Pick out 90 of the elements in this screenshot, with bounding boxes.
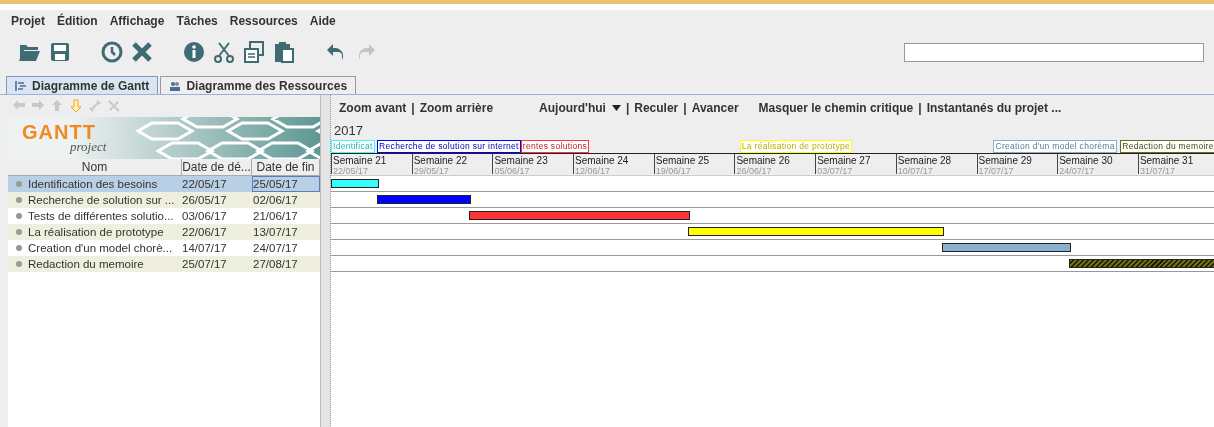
week-label: Semaine 24 xyxy=(575,156,630,166)
week-date: 31/07/17 xyxy=(1139,166,1176,176)
end-date: 27/08/17 xyxy=(253,258,298,270)
toolbar-link[interactable]: Reculer xyxy=(631,101,682,115)
toolbar-link[interactable]: Avancer xyxy=(688,101,742,115)
task-label: Creation d'un model chorèma xyxy=(993,140,1117,153)
toolbar-link[interactable]: Zoom arrière xyxy=(416,101,497,115)
task-row[interactable]: Redaction du memoire 25/07/17 27/08/17 xyxy=(8,256,320,272)
task-label: rentes solutions xyxy=(520,140,590,153)
clock-icon[interactable] xyxy=(100,40,124,64)
week-label: Semaine 28 xyxy=(897,156,953,166)
week-label: Semaine 22 xyxy=(413,156,469,166)
toolbar-link[interactable]: Instantanés du projet ... xyxy=(923,101,1065,115)
info-icon[interactable] xyxy=(182,40,206,64)
task-name: Recherche de solution sur ... xyxy=(28,194,175,206)
task-row[interactable]: La réalisation de prototype 22/06/17 13/07/17 xyxy=(8,224,320,240)
week-date: 17/07/17 xyxy=(978,166,1015,176)
start-date: 22/06/17 xyxy=(182,226,227,238)
separator-text: | xyxy=(682,101,688,115)
task-name: Identification des besoins xyxy=(28,178,158,190)
menu-item[interactable]: Tâches xyxy=(170,14,224,28)
week-date: 26/06/17 xyxy=(736,166,773,176)
end-date: 21/06/17 xyxy=(253,210,298,222)
task-row[interactable]: Identification des besoins 22/05/17 25/05/17 xyxy=(8,176,320,192)
week-label: Semaine 31 xyxy=(1139,156,1195,166)
task-name: Creation d'un model chorè... xyxy=(28,242,173,254)
task-bar[interactable] xyxy=(331,179,380,188)
separator-text: | xyxy=(624,101,631,115)
start-date: 26/05/17 xyxy=(182,194,227,206)
task-label: Redaction du memoire xyxy=(1120,140,1214,153)
start-date: 14/07/17 xyxy=(182,242,227,254)
end-date: 24/07/17 xyxy=(253,242,298,254)
week-date: 29/05/17 xyxy=(413,166,450,176)
search-field[interactable] xyxy=(904,42,1204,62)
week-date: 10/07/17 xyxy=(897,166,934,176)
task-label: Identificat xyxy=(331,140,375,153)
copy-icon[interactable] xyxy=(242,40,266,64)
week-label: Semaine 21 xyxy=(333,156,388,166)
tab[interactable]: Diagramme des Ressources xyxy=(160,76,357,94)
week-date: 03/07/17 xyxy=(817,166,854,176)
bullet-icon xyxy=(16,197,22,203)
end-date: 25/05/17 xyxy=(253,178,298,190)
end-date: 02/06/17 xyxy=(253,194,298,206)
bullet-icon xyxy=(16,213,22,219)
week-label: Semaine 25 xyxy=(655,156,711,166)
menu-item[interactable]: Aide xyxy=(303,14,342,28)
tab[interactable]: Diagramme de Gantt xyxy=(6,76,159,94)
task-bar[interactable] xyxy=(942,243,1071,252)
week-date: 12/06/17 xyxy=(575,166,612,176)
task-name: Redaction du memoire xyxy=(28,258,144,270)
save-icon[interactable] xyxy=(48,40,72,64)
menu-item[interactable]: Affichage xyxy=(103,14,171,28)
week-label: Semaine 27 xyxy=(817,156,872,166)
task-row[interactable]: Recherche de solution sur ... 26/05/17 02/06/17 xyxy=(8,192,320,208)
cut-icon[interactable] xyxy=(212,40,236,64)
start-date: 22/05/17 xyxy=(182,178,227,190)
week-label: Semaine 30 xyxy=(1059,156,1114,166)
task-label: La réalisation de prototype xyxy=(739,140,853,153)
week-label: Semaine 23 xyxy=(494,156,549,166)
week-label: Semaine 26 xyxy=(736,156,791,166)
task-label: Recherche de solution sur internet xyxy=(377,140,521,153)
tree-list-icon xyxy=(15,79,27,92)
start-date: 03/06/17 xyxy=(182,210,227,222)
week-date: 05/06/17 xyxy=(494,166,531,176)
caret-icon xyxy=(611,105,621,111)
task-bar[interactable] xyxy=(688,227,944,236)
close-icon[interactable] xyxy=(130,40,154,64)
week-date: 19/06/17 xyxy=(655,166,692,176)
paste-icon[interactable] xyxy=(272,40,296,64)
week-date: 22/05/17 xyxy=(333,166,370,176)
menu-item[interactable]: Édition xyxy=(51,14,104,28)
task-name: La réalisation de prototype xyxy=(28,226,164,238)
end-date: 13/07/17 xyxy=(253,226,298,238)
separator-text: | xyxy=(917,101,923,115)
today-dropdown[interactable]: Aujourd'hui xyxy=(536,101,624,115)
people-icon xyxy=(169,79,182,92)
start-date: 25/07/17 xyxy=(182,258,227,270)
year-label: 2017 xyxy=(334,123,363,138)
week-date: 24/07/17 xyxy=(1059,166,1096,176)
week-label: Semaine 29 xyxy=(978,156,1033,166)
bullet-icon xyxy=(16,181,22,187)
menu-item[interactable]: Ressources xyxy=(223,14,304,28)
bullet-icon xyxy=(16,261,22,267)
bullet-icon xyxy=(16,245,22,251)
toolbar-link[interactable]: Zoom avant xyxy=(336,101,410,115)
separator-text: | xyxy=(410,101,416,115)
toolbar-link[interactable]: Masquer le chemin critique xyxy=(755,101,917,115)
task-name: Tests de différentes solutio... xyxy=(28,210,174,222)
bullet-icon xyxy=(16,229,22,235)
menu-item[interactable]: Projet xyxy=(5,14,51,28)
